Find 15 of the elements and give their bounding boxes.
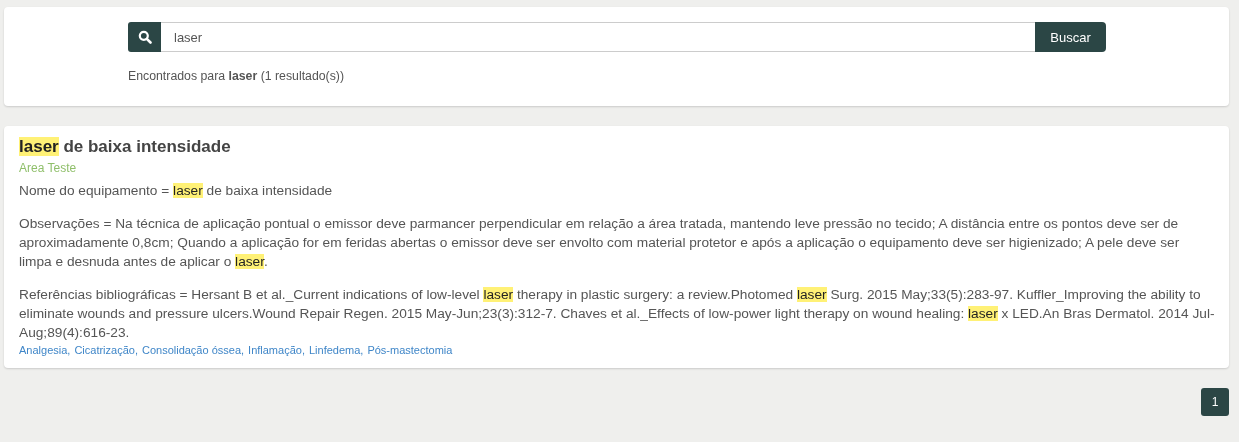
result-paragraph: Nome do equipamento = laser de baixa intensidade [19,182,334,200]
tag-link[interactable]: Cicatrização, [74,344,138,356]
tag-link[interactable]: Linfedema, [308,344,364,356]
result-area: Area Teste [19,161,1215,175]
search-button[interactable]: Buscar [1035,22,1106,52]
tag-link[interactable]: Pós-mastectomia [367,344,453,356]
page-button[interactable]: 1 [1201,388,1229,416]
results-summary: Encontrados para laser (1 resultado(s)) [128,69,346,83]
tag-link[interactable]: Inflamação, [248,344,305,356]
tag-link[interactable]: Analgesia, [19,344,71,356]
tag-link[interactable]: Consolidação óssea, [141,344,245,356]
result-paragraph: Referências bibliográficas = Hersant B et al._Current indications of low-level laser therapy in plastic surgery: a review.Photomed laser Surg. 2015 May;33(5):283-97. Kuffler_Improving the ability to eliminate wounds and pressure ulcers.Wound Repair Regen. 2015 May-Jun;23(3):312-7. Chaves et al._Effects of low-power light therapy on wound healing: laser x LED.An Bras Dermatol. 2014 Jul-Aug;89(4):616-23. [19,286,1215,342]
search-field[interactable]: laser [161,22,1035,52]
result-title[interactable]: laser de baixa intensidade [19,135,1215,159]
search-icon[interactable] [128,22,161,52]
